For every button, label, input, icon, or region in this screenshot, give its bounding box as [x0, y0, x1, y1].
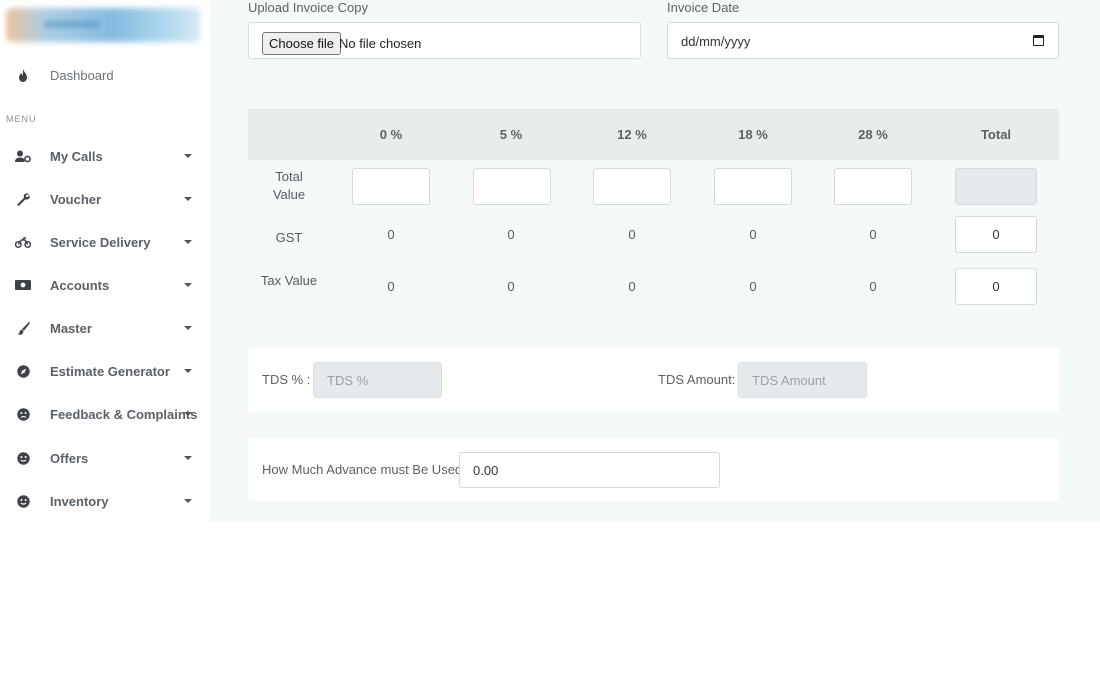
- advance-panel: How Much Advance must Be Used: 0.00: [248, 438, 1059, 501]
- money-bill-icon: [15, 277, 31, 293]
- sidebar-item-label: Accounts: [50, 277, 110, 293]
- sidebar-item-label: Voucher: [50, 191, 102, 207]
- header-28-percent: 28 %: [858, 127, 888, 142]
- tax-12-value: 0: [628, 279, 636, 294]
- row-label-gst: GST: [275, 230, 303, 245]
- sidebar-item-inventory[interactable]: Inventory: [0, 486, 210, 516]
- menu-heading: MENU: [6, 114, 37, 124]
- tds-percent-input: TDS %: [313, 362, 442, 398]
- brand-logo-lettering: ●●●●●●●: [44, 16, 99, 31]
- brand-logo: [6, 8, 200, 42]
- choose-file-button[interactable]: Choose file: [262, 32, 342, 55]
- sidebar-item-service-delivery[interactable]: Service Delivery: [0, 227, 210, 257]
- main-content: Upload Invoice Copy Choose file No file …: [210, 0, 1100, 522]
- sidebar-item-dashboard[interactable]: Dashboard: [0, 60, 210, 90]
- gst-12-value: 0: [628, 227, 636, 242]
- sidebar-item-label: Estimate Generator: [50, 363, 170, 379]
- invoice-date-label: Invoice Date: [667, 0, 740, 15]
- tds-panel: TDS % : TDS % TDS Amount: TDS Amount: [248, 348, 1059, 411]
- tax-18-value: 0: [749, 279, 757, 294]
- date-placeholder: dd/mm/yyyy: [681, 34, 751, 49]
- smile-icon: [15, 450, 31, 466]
- tds-amount-input: TDS Amount: [738, 362, 867, 398]
- sidebar-item-label: My Calls: [50, 148, 103, 164]
- tds-amount-label: TDS Amount:: [658, 372, 736, 387]
- tax-0-value: 0: [387, 279, 395, 294]
- frown-icon: [15, 406, 31, 422]
- row-label-total-value: Total Value: [272, 169, 306, 202]
- total-value-5-input[interactable]: [473, 168, 551, 205]
- caret-down-icon: [184, 326, 192, 330]
- compass-icon: [15, 363, 31, 379]
- total-value-total-input: [955, 168, 1037, 205]
- total-value-12-input[interactable]: [593, 168, 671, 205]
- sidebar-item-label: Offers: [50, 450, 89, 466]
- motorcycle-icon: [15, 234, 31, 250]
- sidebar-item-offers[interactable]: Offers: [0, 443, 210, 473]
- caret-down-icon: [184, 456, 192, 460]
- caret-down-icon: [184, 283, 192, 287]
- upload-invoice-label: Upload Invoice Copy: [248, 0, 368, 15]
- gst-28-value: 0: [869, 227, 877, 242]
- total-value-28-input[interactable]: [834, 168, 912, 205]
- caret-down-icon: [184, 412, 192, 416]
- tax-28-value: 0: [869, 279, 877, 294]
- sidebar-item-voucher[interactable]: Voucher: [0, 184, 210, 214]
- invoice-date-input[interactable]: dd/mm/yyyy: [667, 22, 1059, 59]
- gst-0-value: 0: [387, 227, 395, 242]
- tax-total-input[interactable]: 0: [955, 268, 1037, 305]
- brush-icon: [15, 320, 31, 336]
- sidebar-item-master[interactable]: Master: [0, 313, 210, 343]
- sidebar-item-feedback-complaints[interactable]: Feedback & Complaints: [0, 399, 210, 429]
- gst-table: 0 % 5 % 12 % 18 % 28 % Total Total Value…: [248, 109, 1059, 321]
- header-0-percent: 0 %: [379, 127, 403, 142]
- gst-18-value: 0: [749, 227, 757, 242]
- sidebar-item-label: Master: [50, 320, 92, 336]
- sidebar: ●●●●●●● Dashboard MENU My Calls Voucher …: [0, 0, 210, 522]
- header-12-percent: 12 %: [617, 127, 647, 142]
- tax-5-value: 0: [507, 279, 515, 294]
- gst-table-header: 0 % 5 % 12 % 18 % 28 % Total: [248, 109, 1059, 160]
- sidebar-item-label: Feedback & Complaints: [50, 406, 198, 422]
- advance-input[interactable]: 0.00: [459, 452, 720, 488]
- caret-down-icon: [184, 197, 192, 201]
- row-label-tax-value: Tax Value: [260, 273, 318, 288]
- file-status-text: No file chosen: [339, 36, 422, 51]
- sidebar-item-label: Dashboard: [50, 67, 114, 83]
- total-value-18-input[interactable]: [714, 168, 792, 205]
- gst-5-value: 0: [507, 227, 515, 242]
- user-cog-icon: [15, 148, 31, 164]
- sidebar-item-estimate-generator[interactable]: Estimate Generator: [0, 356, 210, 386]
- fire-icon: [15, 67, 31, 83]
- header-18-percent: 18 %: [738, 127, 768, 142]
- sidebar-item-accounts[interactable]: Accounts: [0, 270, 210, 300]
- header-total: Total: [980, 127, 1012, 142]
- caret-down-icon: [184, 369, 192, 373]
- advance-label: How Much Advance must Be Used:: [262, 462, 466, 477]
- invoice-file-input[interactable]: Choose file No file chosen: [248, 22, 641, 59]
- sidebar-item-my-calls[interactable]: My Calls: [0, 141, 210, 171]
- wrench-icon: [15, 191, 31, 207]
- sidebar-item-label: Inventory: [50, 493, 109, 509]
- caret-down-icon: [184, 499, 192, 503]
- tds-percent-label: TDS % :: [262, 372, 311, 387]
- gst-total-input[interactable]: 0: [955, 216, 1037, 253]
- calendar-icon[interactable]: [1033, 35, 1044, 46]
- smile-icon: [15, 493, 31, 509]
- sidebar-item-label: Service Delivery: [50, 234, 151, 250]
- caret-down-icon: [184, 240, 192, 244]
- header-5-percent: 5 %: [499, 127, 523, 142]
- caret-down-icon: [184, 154, 192, 158]
- total-value-0-input[interactable]: [352, 168, 430, 205]
